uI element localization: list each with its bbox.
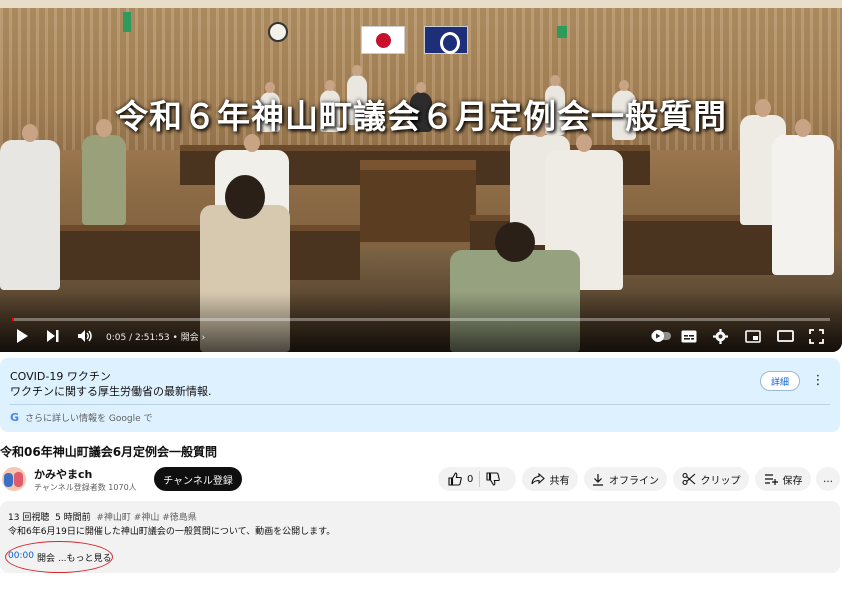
thumbs-down-icon [486, 472, 500, 486]
wall-clock [268, 22, 288, 42]
playlist-add-icon [764, 474, 778, 485]
description-box[interactable]: 13 回視聴 5 時間前 #神山町 #神山 #徳島県 令和6年6月19日に開催し… [0, 501, 840, 573]
clip-label: クリップ [700, 475, 741, 487]
chevron-right-icon: › [201, 333, 206, 343]
council-member [82, 119, 126, 225]
share-label: 共有 [549, 475, 570, 487]
video-title: 令和06年神山町議会6月定例会一般質問 [0, 445, 218, 459]
video-player[interactable]: 令和６年神山町議会６月定例会一般質問 0:05 / 2:51:53 • 開会 › [0, 0, 842, 352]
council-member [0, 124, 60, 290]
more-options-icon[interactable]: ⋮ [811, 372, 825, 390]
video-overlay-title: 令和６年神山町議会６月定例会一般質問 [115, 97, 727, 136]
info-panel: COVID-19 ワクチン ワクチンに関する厚生労働省の最新情報. 詳細 ⋮ G… [0, 358, 840, 432]
show-more-link[interactable]: ...もっと見る [58, 551, 112, 564]
view-count: 13 回視聴 [8, 513, 50, 523]
miniplayer-button[interactable] [745, 327, 761, 345]
town-flag [424, 26, 468, 54]
fullscreen-button[interactable] [809, 327, 824, 345]
google-search-text: さらに詳しい情報を Google で [25, 414, 153, 424]
chapter-label: 開会 [36, 554, 55, 564]
volume-button[interactable] [77, 327, 93, 345]
skip-next-icon [47, 330, 59, 342]
exit-sign [557, 26, 567, 38]
video-metadata: 13 回視聴 5 時間前 #神山町 #神山 #徳島県 [8, 510, 197, 523]
upload-time: 5 時間前 [55, 513, 91, 523]
chapter-line: 00:00 開会 ...もっと見る [8, 551, 112, 564]
fullscreen-icon [809, 328, 824, 344]
channel-avatar[interactable] [2, 467, 26, 491]
dislike-button[interactable] [486, 467, 500, 491]
podium [360, 160, 476, 242]
settings-button[interactable] [713, 327, 728, 345]
subscribe-button[interactable]: チャンネル登録 [154, 467, 242, 491]
share-icon [530, 473, 545, 485]
japan-flag [361, 26, 405, 54]
thumbs-up-icon [448, 472, 462, 486]
play-icon [17, 329, 28, 343]
divider [10, 404, 830, 405]
gear-icon [713, 328, 728, 344]
google-search-link[interactable]: G さらに詳しい情報を Google で [10, 411, 153, 424]
autoplay-toggle[interactable] [650, 327, 674, 345]
offline-label: オフライン [609, 475, 659, 487]
exit-sign [123, 12, 131, 32]
description-text: 令和6年6月19日に開催した神山町議会の一般質問について、動画を公開します。 [8, 527, 336, 537]
hashtags[interactable]: #神山町 #神山 #徳島県 [96, 513, 196, 523]
theater-mode-button[interactable] [777, 327, 794, 345]
divider [479, 471, 480, 487]
like-count: 0 [467, 473, 474, 485]
clip-button[interactable]: クリップ [673, 467, 749, 491]
subtitles-button[interactable] [681, 327, 697, 345]
share-button[interactable]: 共有 [522, 467, 578, 491]
progress-played [12, 318, 14, 321]
council-desk [20, 225, 360, 280]
timestamp-link[interactable]: 00:00 [8, 551, 34, 564]
volume-icon [78, 330, 92, 342]
download-icon [593, 473, 603, 486]
time-chapter-text: 0:05 / 2:51:53 • 開会 [106, 333, 199, 343]
details-button[interactable]: 詳細 [760, 371, 800, 391]
miniplayer-icon [745, 329, 761, 343]
more-actions-button[interactable]: … [816, 467, 840, 491]
ceiling [0, 0, 842, 8]
avatar-figure [4, 473, 13, 487]
next-button[interactable] [46, 327, 60, 345]
info-panel-description[interactable]: ワクチンに関する厚生労働省の最新情報. [10, 383, 212, 399]
info-panel-title: COVID-19 ワクチン [10, 370, 111, 383]
subscriber-count: チャンネル登録者数 1070人 [34, 483, 137, 492]
council-member [772, 119, 834, 275]
google-icon: G [10, 411, 20, 424]
like-dislike-group: 0 [438, 467, 516, 491]
avatar-figure [14, 472, 23, 487]
scissors-icon [681, 472, 695, 486]
save-label: 保存 [782, 475, 803, 487]
captions-icon [681, 330, 697, 342]
autoplay-toggle-icon [651, 330, 671, 342]
theater-mode-icon [777, 330, 794, 342]
more-horizontal-icon: … [823, 473, 833, 485]
channel-name[interactable]: かみやまch [34, 466, 92, 482]
play-button[interactable] [15, 327, 29, 345]
save-button[interactable]: 保存 [755, 467, 811, 491]
like-button[interactable]: 0 [438, 467, 473, 491]
time-display[interactable]: 0:05 / 2:51:53 • 開会 › [106, 330, 205, 343]
progress-bar[interactable] [12, 318, 830, 321]
offline-button[interactable]: オフライン [584, 467, 667, 491]
